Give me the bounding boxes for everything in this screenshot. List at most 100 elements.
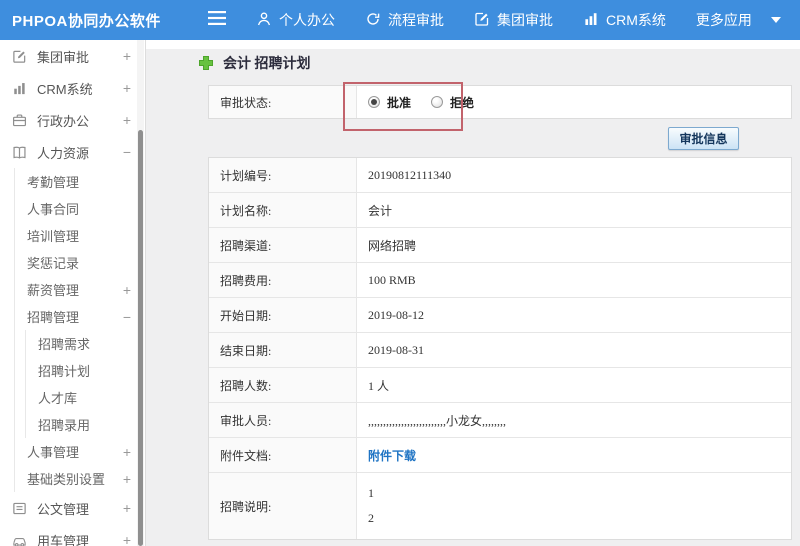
form-row: 计划编号: 20190812111340 bbox=[209, 158, 791, 193]
expander-plus-icon[interactable]: + bbox=[123, 472, 131, 486]
radio-reject[interactable] bbox=[431, 96, 444, 108]
nav-item-label: 个人办公 bbox=[279, 12, 335, 28]
field-value: 20190812111340 bbox=[368, 167, 452, 182]
expander-plus-icon[interactable]: + bbox=[123, 81, 131, 95]
nav-item-workflow-approval[interactable]: 流程审批 bbox=[365, 10, 444, 30]
field-label: 招聘人数: bbox=[209, 368, 357, 402]
field-label: 结束日期: bbox=[209, 333, 357, 367]
sidebar-item-label: 集团审批 bbox=[37, 49, 90, 65]
field-label: 开始日期: bbox=[209, 298, 357, 332]
sidebar-item-vehicle-mgmt[interactable]: 用车管理 + bbox=[0, 524, 145, 546]
sidebar-item-personnel-mgmt[interactable]: 人事管理 + bbox=[15, 438, 145, 465]
sidebar-item-hr-contract[interactable]: 人事合同 bbox=[15, 195, 145, 222]
sidebar-item-recruit-demand[interactable]: 招聘需求 bbox=[26, 330, 145, 357]
field-label: 审批状态: bbox=[209, 86, 357, 118]
expander-minus-icon[interactable]: − bbox=[123, 145, 131, 159]
expander-plus-icon[interactable]: + bbox=[123, 445, 131, 459]
sidebar-item-label: 招聘计划 bbox=[38, 364, 91, 379]
nav-item-more-apps[interactable]: 更多应用 bbox=[696, 10, 781, 30]
form-row: 审批状态: 批准 拒绝 bbox=[209, 86, 791, 118]
field-label: 招聘说明: bbox=[209, 473, 357, 539]
person-icon bbox=[256, 11, 272, 30]
expander-plus-icon[interactable]: + bbox=[123, 49, 131, 63]
sidebar-item-admin-office[interactable]: 行政办公 + bbox=[0, 104, 145, 136]
sidebar-item-label: 招聘管理 bbox=[27, 310, 80, 325]
sidebar-item-label: 人事管理 bbox=[27, 445, 80, 460]
radio-reject-label[interactable]: 拒绝 bbox=[450, 94, 474, 111]
sidebar-item-reward-punish-records[interactable]: 奖惩记录 bbox=[15, 249, 145, 276]
sidebar-item-label: 薪资管理 bbox=[27, 283, 80, 298]
expander-plus-icon[interactable]: + bbox=[123, 283, 131, 297]
sidebar-item-training-mgmt[interactable]: 培训管理 bbox=[15, 222, 145, 249]
field-value: 附件下载 bbox=[357, 438, 791, 472]
sidebar-item-attendance-mgmt[interactable]: 考勤管理 bbox=[15, 168, 145, 195]
hamburger-menu-button[interactable] bbox=[208, 10, 226, 30]
recruit-plan-detail-panel: 计划编号: 20190812111340 计划名称: 会计 招聘渠道: 网络招聘… bbox=[208, 157, 792, 540]
nav-item-group-approval[interactable]: 集团审批 bbox=[474, 10, 553, 30]
sidebar-item-recruit-hire[interactable]: 招聘录用 bbox=[26, 411, 145, 438]
form-row: 招聘费用: 100 RMB bbox=[209, 263, 791, 298]
sidebar-item-crm-system[interactable]: CRM系统 + bbox=[0, 72, 145, 104]
sidebar-item-group-approval[interactable]: 集团审批 + bbox=[0, 40, 145, 72]
hamburger-icon bbox=[208, 10, 226, 30]
expander-plus-icon[interactable]: + bbox=[123, 113, 131, 127]
sidebar-item-document-mgmt[interactable]: 公文管理 + bbox=[0, 492, 145, 524]
sidebar-item-label: 招聘录用 bbox=[38, 418, 91, 433]
field-label: 审批人员: bbox=[209, 403, 357, 437]
sidebar-scrollbar-thumb[interactable] bbox=[138, 130, 143, 546]
form-row: 审批人员: ,,,,,,,,,,,,,,,,,,,,,,,,,,小龙女,,,,,… bbox=[209, 403, 791, 438]
approve-info-button[interactable]: 审批信息 bbox=[668, 127, 739, 150]
radio-approve[interactable] bbox=[368, 96, 380, 108]
sidebar-item-label: 培训管理 bbox=[27, 229, 80, 244]
radio-approve-label[interactable]: 批准 bbox=[387, 94, 411, 111]
nav-item-personal-office[interactable]: 个人办公 bbox=[256, 10, 335, 30]
field-value: ,,,,,,,,,,,,,,,,,,,,,,,,,,小龙女,,,,,,,, bbox=[368, 413, 507, 428]
expander-plus-icon[interactable]: + bbox=[123, 501, 131, 515]
sidebar-item-salary-mgmt[interactable]: 薪资管理 + bbox=[15, 276, 145, 303]
form-row: 开始日期: 2019-08-12 bbox=[209, 298, 791, 333]
sidebar-item-label: 行政办公 bbox=[37, 113, 90, 129]
field-label: 计划编号: bbox=[209, 158, 357, 192]
form-row: 招聘渠道: 网络招聘 bbox=[209, 228, 791, 263]
main-content: 会计 招聘计划 审批状态: 批准 拒绝 审批信息 计划编号: 201908121… bbox=[146, 40, 800, 546]
sidebar-item-talent-pool[interactable]: 人才库 bbox=[26, 384, 145, 411]
sidebar-item-label: 奖惩记录 bbox=[27, 256, 80, 271]
attachment-download-link[interactable]: 附件下载 bbox=[368, 447, 416, 464]
nav-item-crm[interactable]: CRM系统 bbox=[583, 10, 666, 30]
field-value: 2019-08-12 bbox=[368, 307, 424, 322]
field-label: 附件文档: bbox=[209, 438, 357, 472]
bar-chart-icon bbox=[12, 81, 29, 96]
nav-item-label: 流程审批 bbox=[388, 12, 444, 28]
field-value: 1 人 bbox=[368, 378, 390, 393]
page-title: 会计 招聘计划 bbox=[198, 53, 311, 73]
sidebar-item-label: 基础类别设置 bbox=[27, 472, 106, 487]
sidebar-item-label: 人力资源 bbox=[37, 145, 90, 161]
page-title-text: 会计 招聘计划 bbox=[223, 57, 311, 72]
sidebar-item-label: 公文管理 bbox=[37, 501, 90, 517]
form-row: 结束日期: 2019-08-31 bbox=[209, 333, 791, 368]
sidebar-item-label: CRM系统 bbox=[37, 81, 93, 97]
sidebar-item-label: 人事合同 bbox=[27, 202, 80, 217]
expander-minus-icon[interactable]: − bbox=[123, 310, 131, 324]
nav-item-label: 集团审批 bbox=[497, 12, 553, 28]
form-row: 招聘说明: 1 2 bbox=[209, 473, 791, 539]
sidebar-item-human-resources[interactable]: 人力资源 − bbox=[0, 136, 145, 168]
nav-item-label: CRM系统 bbox=[606, 12, 666, 28]
sidebar-item-recruit-plan[interactable]: 招聘计划 bbox=[26, 357, 145, 384]
field-label: 计划名称: bbox=[209, 193, 357, 227]
sidebar-item-recruit-mgmt[interactable]: 招聘管理 − bbox=[15, 303, 145, 330]
form-row: 招聘人数: 1 人 bbox=[209, 368, 791, 403]
sidebar-scrollbar-track bbox=[137, 40, 144, 546]
recruit-submenu: 招聘需求 招聘计划 人才库 招聘录用 bbox=[25, 330, 145, 438]
app-logo: PHPOA协同办公软件 bbox=[12, 12, 161, 30]
expander-plus-icon[interactable]: + bbox=[123, 533, 131, 546]
book-icon bbox=[12, 145, 29, 160]
edit-icon bbox=[12, 49, 29, 64]
sidebar-item-base-category-settings[interactable]: 基础类别设置 + bbox=[15, 465, 145, 492]
field-label: 招聘渠道: bbox=[209, 228, 357, 262]
car-icon bbox=[12, 533, 29, 546]
field-value: 2019-08-31 bbox=[368, 342, 424, 357]
hr-submenu: 考勤管理 人事合同 培训管理 奖惩记录 薪资管理 + 招聘管理 − 招聘需求 招… bbox=[14, 168, 145, 492]
sidebar-item-label: 考勤管理 bbox=[27, 175, 80, 190]
field-label: 招聘费用: bbox=[209, 263, 357, 297]
